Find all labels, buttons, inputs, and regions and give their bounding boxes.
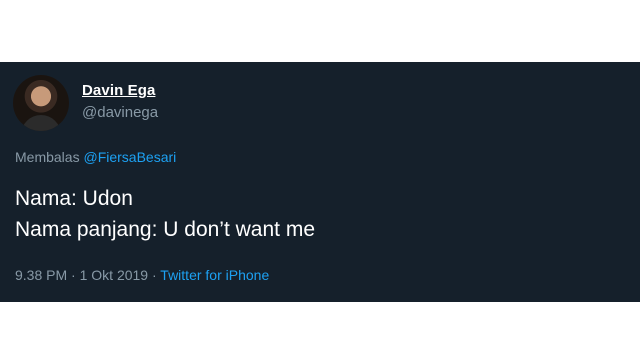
- author-name[interactable]: Davin Ega: [82, 82, 155, 99]
- tweet-text-line: Nama: Udon: [15, 187, 133, 210]
- tweet-card: Davin Ega @davinega Membalas @FiersaBesa…: [0, 62, 640, 302]
- author-handle: @davinega: [82, 104, 159, 121]
- tweet-text-line: Nama panjang: U don’t want me: [15, 218, 315, 241]
- avatar[interactable]: [13, 75, 69, 131]
- meta-separator: ·: [71, 267, 76, 283]
- tweet-text: Nama: Udon Nama panjang: U don’t want me: [15, 183, 315, 245]
- reply-mention-link[interactable]: @FiersaBesari: [83, 149, 176, 165]
- avatar-figure: [21, 115, 61, 131]
- tweet-time[interactable]: 9.38 PM: [15, 267, 67, 283]
- tweet-date[interactable]: 1 Okt 2019: [80, 267, 149, 283]
- tweet-source-link[interactable]: Twitter for iPhone: [160, 267, 269, 283]
- page: Davin Ega @davinega Membalas @FiersaBesa…: [0, 0, 640, 360]
- meta-separator: ·: [151, 267, 157, 283]
- tweet-meta: 9.38 PM · 1 Okt 2019 · Twitter for iPhon…: [15, 267, 269, 283]
- reply-prefix: Membalas: [15, 149, 80, 165]
- reply-context: Membalas @FiersaBesari: [15, 149, 176, 165]
